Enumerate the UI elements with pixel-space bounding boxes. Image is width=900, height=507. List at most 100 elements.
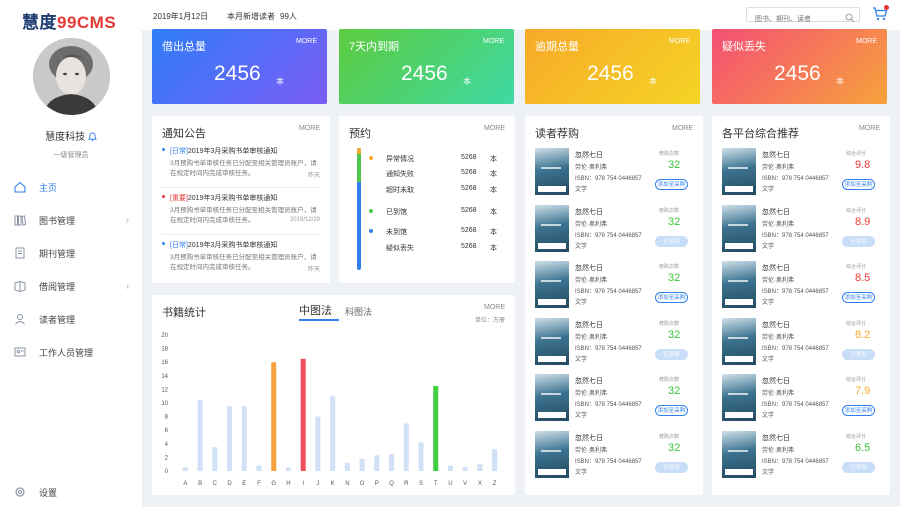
stat-more[interactable]: MORE bbox=[483, 38, 504, 45]
book-cover[interactable] bbox=[722, 430, 756, 478]
bell-icon[interactable] bbox=[87, 132, 98, 141]
bar-G[interactable] bbox=[271, 362, 277, 471]
book-item[interactable]: 忽然七日 劳伦·奥利弗 ISBN：978 754 0446857 文学 综合评分… bbox=[722, 430, 886, 478]
bar-E[interactable] bbox=[241, 406, 247, 471]
stat-more[interactable]: MORE bbox=[296, 38, 317, 45]
nav-item-5[interactable]: 工作人员管理 bbox=[0, 339, 142, 365]
stat-card-0[interactable]: 借出总量 MORE 2456 本 bbox=[152, 29, 327, 104]
bar-V[interactable] bbox=[462, 466, 468, 471]
search-input[interactable] bbox=[747, 13, 842, 26]
nav-item-1[interactable]: 图书管理 › bbox=[0, 207, 142, 233]
add-to-purchase-button[interactable]: 添加至采购 bbox=[655, 292, 688, 303]
bar-F[interactable] bbox=[256, 465, 262, 471]
bar-Z[interactable] bbox=[492, 449, 498, 471]
bar-H[interactable] bbox=[285, 467, 291, 471]
book-item[interactable]: 忽然七日 劳伦·奥利弗 ISBN：978 754 0446857 文学 荐购次数… bbox=[535, 261, 699, 308]
added-button[interactable]: 已添加 bbox=[842, 461, 875, 473]
notice-item[interactable]: [日常]2019年3月采购书单审核通知 3月预购书单审核任务已分配至相关管理员账… bbox=[162, 146, 320, 179]
bar-A[interactable] bbox=[182, 467, 188, 471]
add-to-purchase-button[interactable]: 添加至采购 bbox=[842, 405, 875, 416]
bar-C[interactable] bbox=[212, 447, 218, 471]
stat-card-2[interactable]: 逾期总量 MORE 2456 本 bbox=[525, 29, 700, 104]
app-logo[interactable]: 慧度99CMS bbox=[22, 8, 116, 33]
y-tick-label: 8 bbox=[165, 415, 169, 421]
book-cover[interactable] bbox=[722, 317, 756, 365]
bar-N[interactable] bbox=[344, 462, 350, 471]
cart-icon[interactable] bbox=[872, 5, 889, 22]
bar-K[interactable] bbox=[330, 396, 336, 471]
bar-P[interactable] bbox=[374, 455, 380, 471]
stat-card-1[interactable]: 7天内到期 MORE 2456 本 bbox=[339, 29, 514, 104]
bar-I[interactable] bbox=[300, 358, 306, 471]
reader-rec-more[interactable]: MORE bbox=[672, 125, 693, 132]
search-icon[interactable] bbox=[845, 10, 855, 23]
book-cover[interactable] bbox=[535, 317, 569, 365]
book-item[interactable]: 忽然七日 劳伦·奥利弗 ISBN：978 754 0446857 文学 综合评分… bbox=[722, 374, 886, 421]
reserve-count: 5268 bbox=[461, 185, 477, 192]
book-item[interactable]: 忽然七日 劳伦·奥利弗 ISBN：978 754 0446857 文学 综合评分… bbox=[722, 148, 886, 195]
nav-item-3[interactable]: 借阅管理 › bbox=[0, 273, 142, 299]
bar-Q[interactable] bbox=[389, 454, 395, 471]
bar-X[interactable] bbox=[477, 464, 483, 471]
add-to-purchase-button[interactable]: 添加至采购 bbox=[655, 405, 688, 416]
notice-divider bbox=[162, 234, 320, 235]
bar-S[interactable] bbox=[418, 442, 424, 471]
bar-B[interactable] bbox=[197, 399, 203, 471]
added-button[interactable]: 已添加 bbox=[655, 348, 688, 360]
book-cover[interactable] bbox=[722, 204, 756, 252]
bar-U[interactable] bbox=[447, 465, 453, 471]
book-item[interactable]: 忽然七日 劳伦·奥利弗 ISBN：978 754 0446857 文学 荐购次数… bbox=[535, 430, 699, 478]
x-tick-label: P bbox=[375, 481, 379, 487]
notice-more[interactable]: MORE bbox=[299, 125, 320, 132]
book-cover[interactable] bbox=[535, 148, 569, 195]
book-item[interactable]: 忽然七日 劳伦·奥利弗 ISBN：978 754 0446857 文学 荐购次数… bbox=[535, 374, 699, 421]
nav-settings[interactable]: 设置 bbox=[0, 479, 142, 505]
book-isbn: ISBN：978 754 0446857 bbox=[575, 176, 642, 182]
book-cover[interactable] bbox=[535, 430, 569, 478]
nav-item-0[interactable]: 主页 bbox=[0, 174, 142, 200]
book-item[interactable]: 忽然七日 劳伦·奥利弗 ISBN：978 754 0446857 文学 综合评分… bbox=[722, 317, 886, 365]
book-item[interactable]: 忽然七日 劳伦·奥利弗 ISBN：978 754 0446857 文学 综合评分… bbox=[722, 261, 886, 308]
bar-D[interactable] bbox=[227, 406, 233, 471]
reserve-more[interactable]: MORE bbox=[484, 125, 505, 132]
x-tick-label: C bbox=[213, 481, 218, 487]
stat-more[interactable]: MORE bbox=[669, 38, 690, 45]
stat-more[interactable]: MORE bbox=[856, 38, 877, 45]
added-button[interactable]: 已添加 bbox=[655, 235, 688, 247]
book-item[interactable]: 忽然七日 劳伦·奥利弗 ISBN：978 754 0446857 文学 荐购次数… bbox=[535, 204, 699, 252]
book-item[interactable]: 忽然七日 劳伦·奥利弗 ISBN：978 754 0446857 文学 综合评分… bbox=[722, 204, 886, 252]
bar-J[interactable] bbox=[315, 416, 321, 471]
platform-rec-more[interactable]: MORE bbox=[859, 125, 880, 132]
book-category: 文学 bbox=[762, 413, 775, 419]
bar-T[interactable] bbox=[433, 386, 439, 471]
added-button[interactable]: 已添加 bbox=[842, 348, 875, 360]
notice-item[interactable]: [日常]2019年3月采购书单审核通知 3月预购书单审核任务已分配至相关管理员账… bbox=[162, 240, 320, 273]
nav-item-2[interactable]: 期刊管理 bbox=[0, 240, 142, 266]
added-button[interactable]: 已添加 bbox=[842, 235, 875, 247]
book-cover[interactable] bbox=[722, 374, 756, 421]
notice-item[interactable]: [重要]2019年3月采购书单审核通知 3月预购书单审核任务已分配至相关管理员账… bbox=[162, 193, 320, 224]
user-name: 慧度科技 bbox=[0, 128, 142, 143]
notice-panel: 通知公告 MORE [日常]2019年3月采购书单审核通知 3月预购书单审核任务… bbox=[152, 116, 330, 283]
stat-card-3[interactable]: 疑似丢失 MORE 2456 本 bbox=[712, 29, 887, 104]
search-box[interactable] bbox=[746, 7, 860, 26]
add-to-purchase-button[interactable]: 添加至采购 bbox=[655, 179, 688, 190]
nav-item-4[interactable]: 读者管理 bbox=[0, 306, 142, 332]
add-to-purchase-button[interactable]: 添加至采购 bbox=[842, 292, 875, 303]
reader-icon bbox=[14, 313, 26, 325]
book-cover[interactable] bbox=[535, 374, 569, 421]
book-cover[interactable] bbox=[535, 261, 569, 308]
book-cover[interactable] bbox=[535, 204, 569, 252]
bar-R[interactable] bbox=[403, 423, 409, 471]
book-title: 忽然七日 bbox=[762, 321, 790, 329]
book-category: 文学 bbox=[575, 300, 588, 306]
add-to-purchase-button[interactable]: 添加至采购 bbox=[842, 179, 875, 190]
bar-O[interactable] bbox=[359, 458, 365, 471]
book-item[interactable]: 忽然七日 劳伦·奥利弗 ISBN：978 754 0446857 文学 荐购次数… bbox=[535, 148, 699, 195]
book-item[interactable]: 忽然七日 劳伦·奥利弗 ISBN：978 754 0446857 文学 荐购次数… bbox=[535, 317, 699, 365]
avatar[interactable] bbox=[33, 38, 110, 115]
book-cover[interactable] bbox=[722, 261, 756, 308]
book-cover[interactable] bbox=[722, 148, 756, 195]
stat-title: 借出总量 bbox=[162, 41, 206, 53]
added-button[interactable]: 已添加 bbox=[655, 461, 688, 473]
